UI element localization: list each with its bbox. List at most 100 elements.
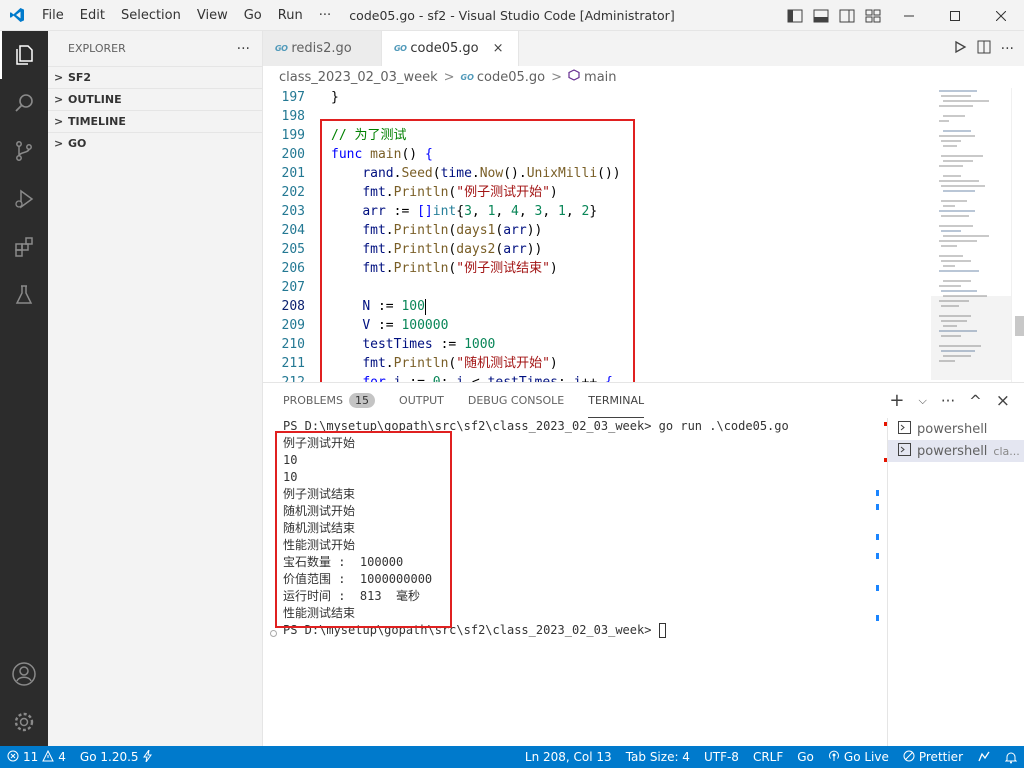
code-line: fmt.Println(days2(arr)): [362, 242, 543, 257]
line-number: 200: [281, 147, 305, 162]
toggle-sidebar-icon[interactable]: [782, 0, 808, 31]
terminal-scroll-marker: [876, 615, 879, 621]
accounts-icon[interactable]: [0, 650, 48, 698]
terminal-scroll-marker: [876, 585, 879, 591]
sidebar-section-sf2[interactable]: > SF2: [48, 66, 262, 88]
line-number: 203: [281, 204, 305, 219]
tab-output[interactable]: OUTPUT: [399, 383, 444, 418]
chevron-down-icon[interactable]: ⌵: [919, 394, 927, 408]
minimap-line: [939, 240, 977, 242]
run-debug-icon[interactable]: [0, 175, 48, 223]
breadcrumb-symbol[interactable]: main: [584, 70, 616, 85]
cursor-position-status[interactable]: Ln 208, Col 13: [518, 746, 619, 768]
minimap-line: [939, 135, 975, 137]
minimap-line: [939, 165, 963, 167]
sidebar-section-timeline[interactable]: > TIMELINE: [48, 110, 262, 132]
terminal-item-powershell[interactable]: powershell: [888, 418, 1024, 440]
breadcrumb-folder[interactable]: class_2023_02_03_week: [279, 70, 438, 85]
go-version-status[interactable]: Go 1.20.5: [73, 746, 159, 768]
run-file-icon[interactable]: [953, 40, 967, 58]
line-number: 210: [281, 337, 305, 352]
close-window-button[interactable]: [978, 0, 1024, 31]
terminal-line: 性能测试开始: [283, 538, 356, 552]
close-tab-icon[interactable]: ×: [493, 41, 504, 56]
terminal-line: 随机测试结束: [283, 521, 356, 535]
tab-redis2[interactable]: GO redis2.go: [263, 31, 382, 66]
toggle-panel-icon[interactable]: [808, 0, 834, 31]
go-file-icon: GO: [460, 72, 474, 82]
minimap-line: [941, 140, 961, 142]
tab-problems[interactable]: PROBLEMS 15: [283, 383, 376, 418]
terminal-line: 宝石数量 : 100000: [283, 555, 404, 569]
feedback-icon[interactable]: [970, 746, 998, 768]
extensions-icon[interactable]: [0, 223, 48, 271]
minimap[interactable]: [931, 88, 1011, 382]
minimap-line: [941, 230, 961, 232]
terminal-line: PS D:\mysetup\gopath\src\sf2\class_2023_…: [283, 419, 789, 433]
menu-file[interactable]: File: [34, 0, 72, 31]
eol-status[interactable]: CRLF: [746, 746, 790, 768]
menu-view[interactable]: View: [189, 0, 236, 31]
sidebar-more-button[interactable]: ···: [237, 41, 250, 57]
chevron-right-icon: >: [54, 115, 64, 128]
tab-size-status[interactable]: Tab Size: 4: [619, 746, 697, 768]
minimap-line: [939, 285, 961, 287]
menu-go[interactable]: Go: [236, 0, 270, 31]
line-number-gutter: 197 198 199 200 201 202 203 204 205 206 …: [263, 88, 319, 382]
menu-selection[interactable]: Selection: [113, 0, 189, 31]
menu-edit[interactable]: Edit: [72, 0, 113, 31]
chevron-right-icon: >: [54, 137, 64, 150]
terminal-scroll-marker: [876, 534, 879, 540]
testing-icon[interactable]: [0, 271, 48, 319]
toggle-secondary-sidebar-icon[interactable]: [834, 0, 860, 31]
menu-more[interactable]: ···: [311, 0, 339, 31]
sidebar-section-outline[interactable]: > OUTLINE: [48, 88, 262, 110]
maximize-button[interactable]: [932, 0, 978, 31]
editor-scrollbar[interactable]: [1011, 88, 1024, 382]
terminal-line: 运行时间 : 813 毫秒: [283, 589, 421, 603]
terminal-output[interactable]: PS D:\mysetup\gopath\src\sf2\class_2023_…: [263, 418, 885, 747]
minimize-button[interactable]: [886, 0, 932, 31]
line-number: 204: [281, 223, 305, 238]
code-line: for i := 0; i < testTimes; i++ {: [331, 373, 621, 382]
maximize-panel-button[interactable]: ^: [969, 392, 982, 410]
close-panel-button[interactable]: ×: [996, 391, 1010, 411]
split-editor-icon[interactable]: [977, 40, 991, 58]
more-actions-icon[interactable]: ···: [1001, 41, 1014, 57]
menu-run[interactable]: Run: [270, 0, 311, 31]
problems-status[interactable]: 11 4: [0, 746, 73, 768]
language-mode-status[interactable]: Go: [790, 746, 821, 768]
line-number: 205: [281, 242, 305, 257]
source-control-icon[interactable]: [0, 127, 48, 175]
activity-bar: [0, 31, 48, 746]
panel-more-button[interactable]: ···: [941, 392, 955, 410]
new-terminal-button[interactable]: +: [889, 390, 904, 411]
line-number: 197: [281, 90, 305, 105]
go-live-status[interactable]: Go Live: [821, 746, 896, 768]
prettier-status[interactable]: Prettier: [896, 746, 970, 768]
code-editor[interactable]: 197 198 199 200 201 202 203 204 205 206 …: [263, 88, 1024, 382]
notifications-bell-icon[interactable]: [998, 746, 1024, 768]
terminal-line: 例子测试结束: [283, 487, 356, 501]
explorer-icon[interactable]: [0, 31, 48, 79]
breadcrumb-file[interactable]: code05.go: [477, 70, 545, 85]
tab-terminal[interactable]: TERMINAL: [588, 383, 645, 418]
customize-layout-icon[interactable]: [860, 0, 886, 31]
minimap-line: [943, 145, 957, 147]
terminal-prompt-line: PS D:\mysetup\gopath\src\sf2\class_2023_…: [283, 622, 885, 639]
minimap-line: [943, 115, 965, 117]
terminal-line: 10: [283, 470, 298, 484]
broadcast-icon: [828, 750, 840, 765]
code-line: arr := []int{3, 1, 4, 3, 1, 2}: [362, 204, 598, 219]
tab-code05[interactable]: GO code05.go ×: [382, 31, 519, 66]
terminal-item-powershell-active[interactable]: powershell cla...: [888, 440, 1024, 462]
tab-debug-console[interactable]: DEBUG CONSOLE: [468, 383, 564, 418]
settings-gear-icon[interactable]: [0, 698, 48, 746]
search-icon[interactable]: [0, 79, 48, 127]
sidebar-section-go[interactable]: > GO: [48, 132, 262, 154]
encoding-status[interactable]: UTF-8: [697, 746, 746, 768]
line-number-current: 208: [281, 299, 305, 314]
minimap-viewport[interactable]: [931, 296, 1011, 380]
code-line: // 为了测试: [331, 128, 407, 143]
minimap-line: [943, 265, 955, 267]
